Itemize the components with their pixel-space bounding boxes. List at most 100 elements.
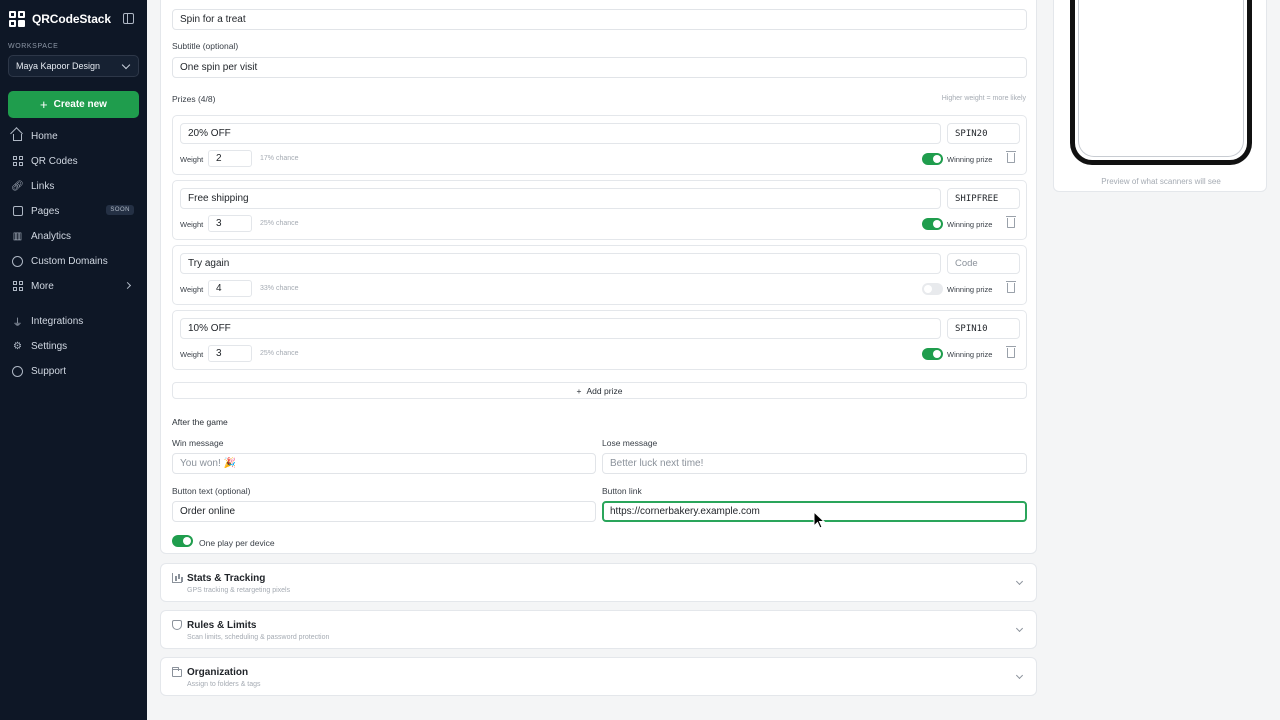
section-subtitle: Assign to folders & tags: [187, 681, 261, 688]
winning-prize-label: Winning prize: [947, 220, 993, 229]
prizes-hint: Higher weight = more likely: [941, 95, 1026, 102]
prize-row: Try again Code Weight 4 33% chance Winni…: [172, 245, 1027, 305]
weight-input[interactable]: 3: [208, 215, 252, 232]
chance-text: 25% chance: [260, 220, 299, 227]
winning-prize-label: Winning prize: [947, 155, 993, 164]
add-prize-button[interactable]: + Add prize: [172, 382, 1027, 399]
subtitle-label: Subtitle (optional): [172, 41, 239, 51]
prize-name-input[interactable]: Free shipping: [180, 188, 941, 209]
prize-code-input[interactable]: SPIN20: [947, 123, 1020, 144]
folder-icon: [172, 667, 182, 677]
section-title: Stats & Tracking: [187, 573, 266, 584]
trash-icon[interactable]: [1006, 281, 1016, 293]
workspace-select[interactable]: Maya Kapoor Design: [8, 55, 139, 77]
sidebar-item-settings[interactable]: ⚙︎ Settings: [12, 336, 136, 356]
section-subtitle: Scan limits, scheduling & password prote…: [187, 634, 330, 641]
workspace-name: Maya Kapoor Design: [16, 61, 101, 71]
home-icon: [12, 131, 23, 142]
title-input[interactable]: Spin for a treat: [172, 9, 1027, 30]
sidebar-item-label: Integrations: [31, 315, 84, 327]
button-text-input[interactable]: Order online: [172, 501, 596, 522]
sidebar-item-label: Analytics: [31, 230, 72, 242]
sidebar-item-analytics[interactable]: ▥ Analytics: [12, 226, 136, 246]
sidebar-item-custom-domains[interactable]: Custom Domains: [12, 251, 136, 271]
one-play-toggle[interactable]: [172, 535, 193, 547]
sidebar-item-pages[interactable]: Pages SOON: [12, 201, 136, 221]
prize-code-input[interactable]: SHIPFREE: [947, 188, 1020, 209]
game-settings-card: Spin for a treat Subtitle (optional) One…: [160, 0, 1037, 554]
sidebar-item-label: Settings: [31, 340, 68, 352]
chevron-down-icon: [1015, 577, 1024, 586]
chevron-down-icon: [121, 60, 131, 70]
chevron-right-icon: [123, 281, 132, 290]
prize-code-input[interactable]: SPIN10: [947, 318, 1020, 339]
globe-icon: [12, 255, 23, 267]
organization-section[interactable]: Organization Assign to folders & tags: [160, 657, 1037, 696]
phone-screen: [1078, 0, 1244, 157]
weight-input[interactable]: 4: [208, 280, 252, 297]
gear-icon: ⚙︎: [13, 340, 22, 352]
subtitle-input[interactable]: One spin per visit: [172, 57, 1027, 78]
analytics-icon: ▥: [12, 230, 23, 242]
plus-icon: +: [576, 385, 582, 396]
sidebar-item-label: QR Codes: [31, 155, 78, 167]
sidebar-item-label: Custom Domains: [31, 255, 108, 267]
weight-input[interactable]: 3: [208, 345, 252, 362]
page-icon: [12, 206, 23, 217]
prize-row: 10% OFF SPIN10 Weight 3 25% chance Winni…: [172, 310, 1027, 370]
button-link-label: Button link: [602, 486, 642, 496]
trash-icon[interactable]: [1006, 151, 1016, 163]
winning-prize-toggle[interactable]: [922, 218, 943, 230]
prize-row: 20% OFF SPIN20 Weight 2 17% chance Winni…: [172, 115, 1027, 175]
preview-caption: Preview of what scanners will see: [1101, 177, 1221, 186]
brand[interactable]: QRCodeStack: [9, 11, 111, 27]
qr-logo-icon: [9, 11, 25, 27]
win-message-label: Win message: [172, 438, 224, 448]
sidebar-collapse-icon[interactable]: [123, 13, 134, 24]
weight-input[interactable]: 2: [208, 150, 252, 167]
prize-name-input[interactable]: Try again: [180, 253, 941, 274]
plug-icon: ⏚: [12, 317, 23, 329]
chance-text: 25% chance: [260, 350, 299, 357]
weight-label: Weight: [180, 350, 204, 359]
weight-label: Weight: [180, 220, 204, 229]
rules-limits-section[interactable]: Rules & Limits Scan limits, scheduling &…: [160, 610, 1037, 649]
brand-name: QRCodeStack: [32, 12, 111, 26]
sidebar-item-support[interactable]: Support: [12, 361, 136, 381]
trash-icon[interactable]: [1006, 216, 1016, 228]
section-subtitle: GPS tracking & retargeting pixels: [187, 587, 291, 594]
chance-text: 33% chance: [260, 285, 299, 292]
workspace-label: WORKSPACE: [8, 43, 59, 50]
phone-preview: [1070, 0, 1252, 165]
stats-tracking-section[interactable]: Stats & Tracking GPS tracking & retarget…: [160, 563, 1037, 602]
winning-prize-toggle[interactable]: [922, 348, 943, 360]
chart-icon: [172, 573, 182, 583]
sidebar-item-more[interactable]: More: [12, 276, 136, 296]
winning-prize-label: Winning prize: [947, 350, 993, 359]
chance-text: 17% chance: [260, 155, 299, 162]
winning-prize-toggle[interactable]: [922, 153, 943, 165]
chevron-down-icon: [1015, 624, 1024, 633]
sidebar-item-integrations[interactable]: ⏚ Integrations: [12, 311, 136, 331]
prize-name-input[interactable]: 20% OFF: [180, 123, 941, 144]
sidebar-item-home[interactable]: Home: [12, 126, 136, 146]
section-title: Rules & Limits: [187, 620, 257, 631]
winning-prize-toggle[interactable]: [922, 283, 943, 295]
sidebar-item-label: Pages: [31, 205, 60, 217]
weight-label: Weight: [180, 285, 204, 294]
one-play-label: One play per device: [199, 538, 275, 548]
section-title: Organization: [187, 667, 249, 678]
create-new-button[interactable]: + Create new: [8, 91, 139, 118]
trash-icon[interactable]: [1006, 346, 1016, 358]
sidebar-item-links[interactable]: 🔗︎ Links: [11, 176, 136, 196]
win-message-input[interactable]: You won! 🎉: [172, 453, 596, 474]
prize-code-input[interactable]: Code: [947, 253, 1020, 274]
sidebar-item-label: Home: [31, 130, 58, 142]
weight-label: Weight: [180, 155, 204, 164]
lose-message-input[interactable]: Better luck next time!: [602, 453, 1027, 474]
chevron-down-icon: [1015, 671, 1024, 680]
grid-icon: [12, 281, 23, 292]
prize-name-input[interactable]: 10% OFF: [180, 318, 941, 339]
sidebar-item-qr-codes[interactable]: QR Codes: [12, 151, 136, 171]
sidebar-item-label: More: [31, 280, 54, 292]
